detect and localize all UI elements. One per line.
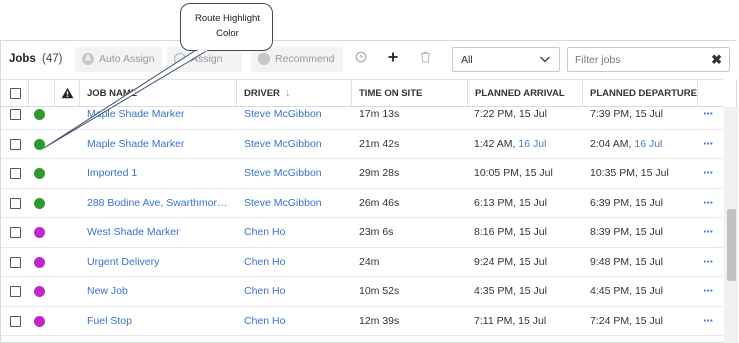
callout-line-1: Route Highlight	[195, 13, 260, 24]
callout-line-2: Color	[216, 28, 239, 39]
callout-pointer	[43, 49, 210, 149]
route-highlight-callout: Route Highlight Color	[180, 3, 273, 51]
